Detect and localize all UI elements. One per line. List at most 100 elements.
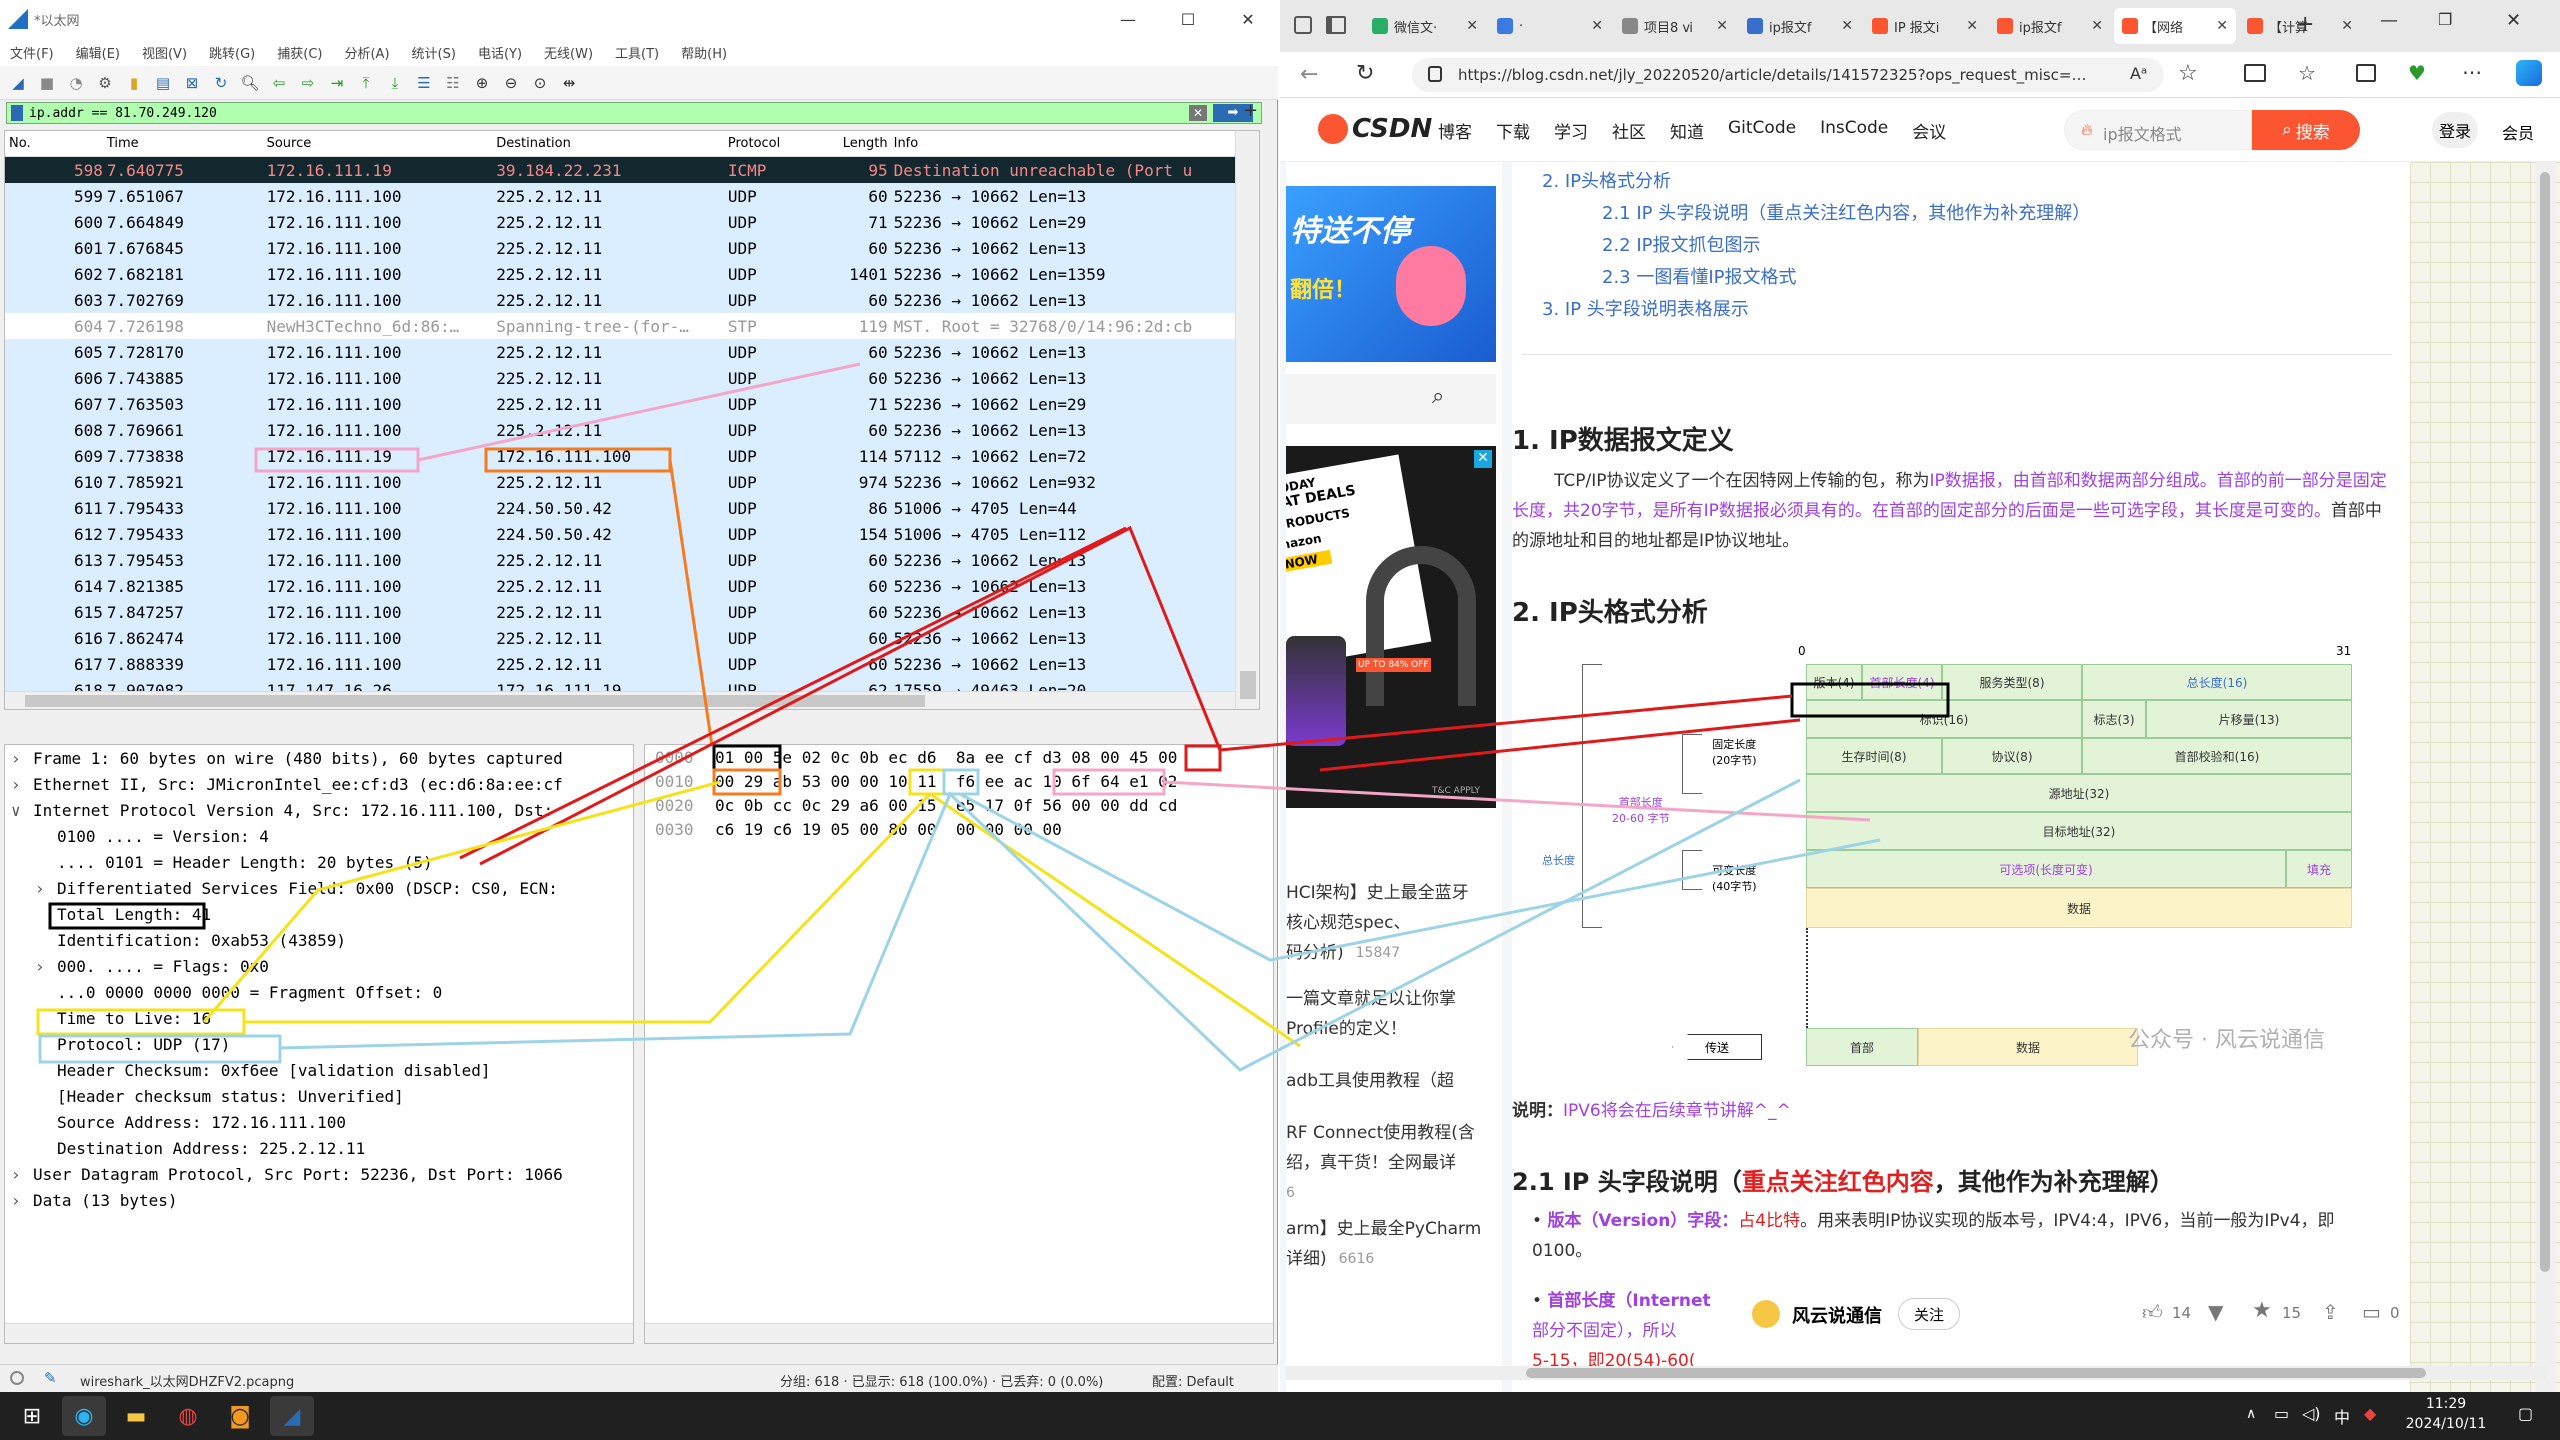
notification-icon[interactable]: ▢ — [2518, 1404, 2533, 1423]
file-explorer-icon[interactable]: ▬ — [114, 1396, 158, 1436]
packet-row[interactable]: 603 7.702769 172.16.111.100 225.2.12.11 UDP 6… — [5, 287, 1259, 313]
url-text[interactable]: https://blog.csdn.net/jly_20220520/artic… — [1458, 66, 2087, 84]
network-icon[interactable]: ▭ — [2274, 1404, 2289, 1423]
packet-row[interactable]: 609 7.773838 172.16.111.19 172.16.111.100 UD… — [5, 443, 1259, 469]
packet-row[interactable]: 613 7.795453 172.16.111.100 225.2.12.11 UDP 6… — [5, 547, 1259, 573]
col-time[interactable]: Time — [105, 136, 261, 151]
tab-close-icon[interactable]: ✕ — [1591, 18, 1603, 34]
close-button[interactable]: ✕ — [1218, 0, 1278, 38]
go-to-packet-icon[interactable]: ⇥ — [325, 71, 349, 95]
packet-row[interactable]: 612 7.795433 172.16.111.100 224.50.50.42 UDP… — [5, 521, 1259, 547]
menu-view[interactable]: 视图(V) — [142, 43, 187, 62]
bookmark-icon[interactable] — [11, 105, 23, 121]
browser-scrollbar[interactable] — [2536, 162, 2556, 1392]
related-item-2b[interactable]: Profile的定义！ — [1286, 1014, 1496, 1044]
go-forward-icon[interactable]: ⇨ — [296, 71, 320, 95]
col-source[interactable]: Source — [261, 136, 491, 151]
menu-tools[interactable]: 工具(T) — [615, 43, 659, 62]
detail-row[interactable]: › User Datagram Protocol, Src Port: 52236… — [5, 1161, 633, 1187]
col-no[interactable]: No. — [5, 136, 105, 151]
related-item-5[interactable]: arm】史上最全PyCharm — [1286, 1214, 1496, 1244]
capture-options-icon[interactable]: ⚙ — [93, 71, 117, 95]
collections-icon[interactable] — [2356, 64, 2376, 82]
zoom-reset-icon[interactable]: ⊙ — [528, 71, 552, 95]
tray-app-icon[interactable]: ◆ — [2364, 1404, 2376, 1423]
stop-capture-icon[interactable]: ■ — [35, 71, 59, 95]
start-capture-icon[interactable]: ◢ — [6, 71, 30, 95]
collect-star-icon[interactable]: ★ — [2252, 1298, 2272, 1323]
nav-zhidao[interactable]: 知道 — [1670, 118, 1704, 143]
clear-filter-icon[interactable]: ✕ — [1189, 105, 1207, 121]
related-item-4b[interactable]: 绍，真干货！全网最详 — [1286, 1148, 1496, 1178]
favorite-star-icon[interactable]: ☆ — [2178, 61, 2198, 86]
tray-chevron-icon[interactable]: ∧ — [2246, 1406, 2256, 1422]
edit-comment-icon[interactable]: ✎ — [44, 1369, 57, 1387]
related-item-3[interactable]: adb工具使用教程（超 — [1286, 1066, 1496, 1096]
browser-restore-button[interactable]: ❐ — [2438, 10, 2452, 29]
packet-row[interactable]: 614 7.821385 172.16.111.100 225.2.12.11 UDP 6… — [5, 573, 1259, 599]
col-length[interactable]: Length — [818, 136, 888, 151]
browser-tab[interactable]: ip报文f ✕ — [1989, 8, 2111, 44]
edge-taskbar-icon[interactable]: ◉ — [62, 1396, 106, 1436]
app-orange-icon[interactable]: ◙ — [218, 1396, 262, 1436]
nav-community[interactable]: 社区 — [1612, 118, 1646, 143]
detail-row[interactable]: Header Checksum: 0xf6ee [validation disa… — [5, 1057, 633, 1083]
nav-learn[interactable]: 学习 — [1554, 118, 1588, 143]
detail-row[interactable]: ∨ Internet Protocol Version 4, Src: 172.1… — [5, 797, 633, 823]
browser-essentials-icon[interactable]: ♥ — [2408, 61, 2426, 85]
menu-capture[interactable]: 捕获(C) — [277, 43, 322, 62]
menu-go[interactable]: 跳转(G) — [209, 43, 255, 62]
author-name[interactable]: 风云说通信 — [1792, 1302, 1882, 1328]
browser-tab[interactable]: 【网络 ✕ — [2114, 8, 2236, 44]
find-packet-icon[interactable]: 🔍︎ — [238, 71, 262, 95]
packet-row[interactable]: 604 7.726198 NewH3CTechno_6d:86:… Spanning-… — [5, 313, 1259, 339]
member-link[interactable]: 会员 — [2502, 120, 2534, 144]
related-item-5-tail[interactable]: 详细) — [1286, 1244, 1327, 1274]
toc-item-2-1[interactable]: 2.1 IP 头字段说明（重点关注红色内容，其他作为补充理解） — [1542, 198, 2090, 230]
chrome-icon[interactable]: ◍ — [166, 1396, 210, 1436]
packet-row[interactable]: 599 7.651067 172.16.111.100 225.2.12.11 UDP 6… — [5, 183, 1259, 209]
toc-item-2-2[interactable]: 2.2 IP报文抓包图示 — [1542, 230, 2090, 262]
browser-minimize-button[interactable]: — — [2380, 10, 2398, 31]
detail-row[interactable]: ...0 0000 0000 0000 = Fragment Offset: 0 — [5, 979, 633, 1005]
detail-row[interactable]: Destination Address: 225.2.12.11 — [5, 1135, 633, 1161]
ime-indicator[interactable]: 中 — [2334, 1404, 2350, 1428]
toc-item-2-3[interactable]: 2.3 一图看懂IP报文格式 — [1542, 262, 2090, 294]
menu-help[interactable]: 帮助(H) — [681, 43, 727, 62]
packet-row[interactable]: 608 7.769661 172.16.111.100 225.2.12.11 UDP 6… — [5, 417, 1259, 443]
save-file-icon[interactable]: ▤ — [151, 71, 175, 95]
favorites-icon[interactable]: ☆ — [2298, 61, 2316, 85]
tab-close-icon[interactable]: ✕ — [2216, 18, 2228, 34]
csdn-mascot-icon[interactable] — [1318, 114, 1348, 144]
resize-columns-icon[interactable]: ⇹ — [557, 71, 581, 95]
tab-close-icon[interactable]: ✕ — [1466, 18, 1478, 34]
volume-icon[interactable]: ◁) — [2302, 1404, 2321, 1423]
zoom-out-icon[interactable]: ⊖ — [499, 71, 523, 95]
packet-row[interactable]: 611 7.795433 172.16.111.100 224.50.50.42 UDP… — [5, 495, 1259, 521]
packet-row[interactable]: 617 7.888339 172.16.111.100 225.2.12.11 UDP 6… — [5, 651, 1259, 677]
menu-analyze[interactable]: 分析(A) — [344, 43, 389, 62]
browser-tab[interactable]: IP 报文i ✕ — [1864, 8, 1986, 44]
author-avatar[interactable] — [1752, 1300, 1780, 1328]
hscrollbar-thumb[interactable] — [25, 695, 925, 707]
read-aloud-icon[interactable]: Aᵃ — [2130, 64, 2147, 83]
go-back-icon[interactable]: ⇦ — [267, 71, 291, 95]
browser-tab[interactable]: ip报文f ✕ — [1739, 8, 1861, 44]
bytes-row[interactable]: 0000 01 00 5e 02 0c 0b ec d6 8a ee cf d3 … — [645, 745, 1273, 769]
detail-row[interactable]: › 000. .... = Flags: 0x0 — [5, 953, 633, 979]
go-last-icon[interactable]: ⤓ — [383, 71, 407, 95]
packet-row[interactable]: 610 7.785921 172.16.111.100 225.2.12.11 UDP 9… — [5, 469, 1259, 495]
vertical-tabs-icon[interactable] — [1326, 16, 1346, 34]
csdn-search-input[interactable]: 🔥︎ ip报文格式 — [2064, 110, 2252, 150]
follow-button[interactable]: 关注 — [1898, 1298, 1960, 1330]
related-item-1-tail[interactable]: 码分析) — [1286, 938, 1344, 968]
packet-row[interactable]: 598 7.640775 172.16.111.19 39.184.22.231 ICM… — [5, 157, 1259, 183]
packet-row[interactable]: 602 7.682181 172.16.111.100 225.2.12.11 UDP 1… — [5, 261, 1259, 287]
detail-row[interactable]: › Data (13 bytes) — [5, 1187, 633, 1213]
packet-list-hscrollbar[interactable] — [5, 691, 1235, 709]
refresh-icon[interactable]: ↻ — [1356, 61, 1374, 86]
packet-list-scrollbar[interactable] — [1235, 131, 1259, 709]
bytes-row[interactable]: 0030 c6 19 c6 19 05 00 80 00 00 00 00 00 — [645, 817, 1273, 841]
close-file-icon[interactable]: ⊠ — [180, 71, 204, 95]
colorize-icon[interactable]: ☷ — [441, 71, 465, 95]
